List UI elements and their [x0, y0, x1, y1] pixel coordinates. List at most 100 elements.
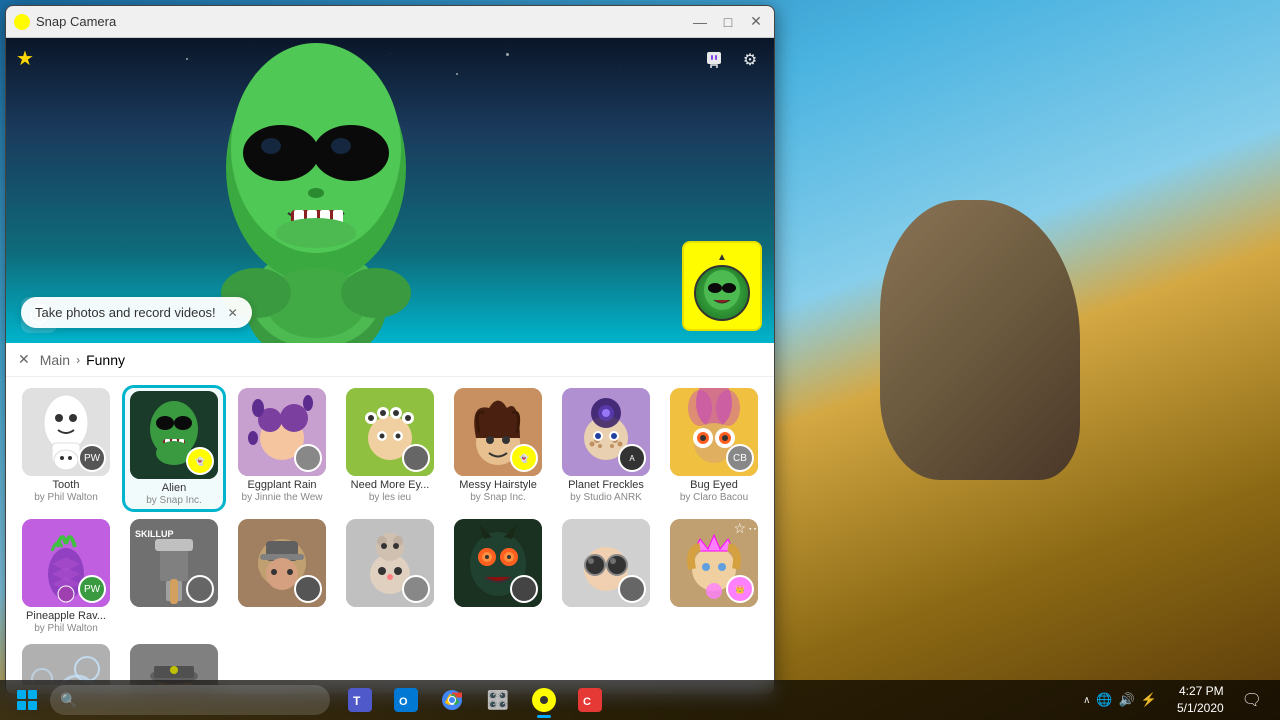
- breadcrumb-main[interactable]: Main: [40, 352, 70, 368]
- snap-window-icon: [14, 14, 30, 30]
- lens-name-need-more: Need More Ey...: [351, 479, 430, 492]
- star-particle: [506, 53, 509, 56]
- lens-author-alien: by Snap Inc.: [146, 495, 202, 506]
- breadcrumb-current: Funny: [86, 352, 125, 368]
- lens-thumb-eggplant: [238, 388, 326, 476]
- title-bar-controls: — □ ✕: [690, 12, 766, 32]
- lens-item-bug[interactable]: CB Bug Eyed by Claro Bacou: [662, 385, 766, 512]
- twitch-icon-btn[interactable]: [700, 46, 728, 74]
- preview-alien: [694, 265, 750, 321]
- breadcrumb-close[interactable]: ✕: [18, 351, 30, 368]
- favorite-button[interactable]: ★: [16, 46, 34, 71]
- lens-item-r2-3[interactable]: [338, 516, 442, 637]
- lens-item-r2-5[interactable]: [554, 516, 658, 637]
- breadcrumb-bar: ✕ Main › Funny: [6, 343, 774, 377]
- desktop-rock: [880, 200, 1080, 480]
- lens-item-r2-7[interactable]: [14, 641, 118, 685]
- lens-grid: PW Tooth by Phil Walton: [6, 377, 774, 685]
- tray-icons[interactable]: ∧ 🌐 🔊 ⚡: [1075, 692, 1165, 708]
- snap-camera-window: Snap Camera — □ ✕ ★: [5, 5, 775, 695]
- tray-expand-icon[interactable]: ∧: [1083, 695, 1090, 706]
- snap-preview-thumbnail[interactable]: ▲: [682, 241, 762, 331]
- battery-icon: ⚡: [1141, 692, 1157, 708]
- lens-creator-icon-eggplant: [294, 444, 322, 472]
- lens-thumb-pineapple: PW: [22, 519, 110, 607]
- lens-thumb-r2-3: [346, 519, 434, 607]
- lens-thumb-r2-5: [562, 519, 650, 607]
- lens-item-r2-8[interactable]: 🍊: [122, 641, 226, 685]
- chrome-icon: [440, 688, 464, 712]
- minimize-button[interactable]: —: [690, 12, 710, 32]
- snap-taskbar-icon: [532, 688, 556, 712]
- maximize-button[interactable]: □: [718, 12, 738, 32]
- lens-thumb-tooth: PW: [22, 388, 110, 476]
- toast-close-button[interactable]: ✕: [228, 306, 238, 320]
- lens-creator-icon-need-more: [402, 444, 430, 472]
- lens-thumb-bug: CB: [670, 388, 758, 476]
- svg-text:O: O: [399, 696, 408, 708]
- lens-thumb-messy: 👻: [454, 388, 542, 476]
- taskbar: 🔍 T O: [0, 680, 1280, 720]
- taskbar-app-outlook[interactable]: O: [384, 680, 428, 720]
- lens-name-messy: Messy Hairstyle: [459, 479, 537, 492]
- clock-date: 5/1/2020: [1177, 700, 1224, 717]
- taskbar-app-teams[interactable]: T: [338, 680, 382, 720]
- lens-item-r2-1[interactable]: SKILLUP: [122, 516, 226, 637]
- lens-thumb-r2-7: [22, 644, 110, 685]
- lens-more-icon[interactable]: ⋯: [748, 520, 762, 537]
- lens-creator-icon-messy: 👻: [510, 444, 538, 472]
- system-clock[interactable]: 4:27 PM 5/1/2020: [1169, 683, 1232, 717]
- taskbar-app-chrome[interactable]: [430, 680, 474, 720]
- lens-author-messy: by Snap Inc.: [470, 492, 526, 503]
- lens-item-planet[interactable]: A Planet Freckles by Studio ANRK: [554, 385, 658, 512]
- control-panel-icon: 🎛️: [486, 688, 510, 712]
- camstudio-icon: C: [578, 688, 602, 712]
- lens-fav-icon[interactable]: ☆: [733, 520, 746, 537]
- camera-icons: ⚙: [700, 46, 764, 74]
- svg-text:SKILLUP: SKILLUP: [135, 529, 174, 539]
- breadcrumb-separator: ›: [76, 353, 80, 367]
- network-icon: 🌐: [1096, 692, 1112, 708]
- preview-arrow: ▲: [717, 252, 727, 263]
- taskbar-app-control-panel[interactable]: 🎛️: [476, 680, 520, 720]
- toast-message: Take photos and record videos!: [35, 305, 216, 320]
- lens-author-bug: by Claro Bacou: [680, 492, 748, 503]
- lens-item-alien[interactable]: 👻 Alien by Snap Inc.: [122, 385, 226, 512]
- taskbar-app-snap[interactable]: [522, 680, 566, 720]
- notification-button[interactable]: 🗨: [1236, 690, 1268, 710]
- lens-item-tooth[interactable]: PW Tooth by Phil Walton: [14, 385, 118, 512]
- lens-name-tooth: Tooth: [53, 479, 80, 492]
- lens-item-eggplant[interactable]: Eggplant Rain by Jinnie the Wew: [230, 385, 334, 512]
- lens-item-messy[interactable]: 👻 Messy Hairstyle by Snap Inc.: [446, 385, 550, 512]
- taskbar-app-camstudio[interactable]: C: [568, 680, 612, 720]
- outlook-icon: O: [394, 688, 418, 712]
- start-button[interactable]: [4, 680, 50, 720]
- lens-name-planet: Planet Freckles: [568, 479, 644, 492]
- close-button[interactable]: ✕: [746, 12, 766, 32]
- taskbar-search[interactable]: 🔍: [50, 685, 330, 715]
- lens-item-r2-6[interactable]: ☆ ⋯: [662, 516, 766, 637]
- lens-creator-icon-tooth: PW: [78, 444, 106, 472]
- lens-creator-icon-r2-2: [294, 575, 322, 603]
- lens-author-eggplant: by Jinnie the Wew: [242, 492, 323, 503]
- lens-name-eggplant: Eggplant Rain: [247, 479, 316, 492]
- lens-item-pineapple[interactable]: PW Pineapple Rav... by Phil Walton: [14, 516, 118, 637]
- settings-icon-btn[interactable]: ⚙: [736, 46, 764, 74]
- lens-creator-icon-r2-4: [510, 575, 538, 603]
- lens-name-pineapple: Pineapple Rav...: [26, 610, 106, 623]
- lens-item-r2-2[interactable]: [230, 516, 334, 637]
- lens-name-bug: Bug Eyed: [690, 479, 738, 492]
- lens-creator-icon-pineapple: PW: [78, 575, 106, 603]
- lens-author-tooth: by Phil Walton: [34, 492, 98, 503]
- lens-item-r2-4[interactable]: [446, 516, 550, 637]
- lens-creator-icon-r2-5: [618, 575, 646, 603]
- lens-creator-icon-r2-6: 👑: [726, 575, 754, 603]
- lens-browser: ✕ Main › Funny: [6, 343, 774, 695]
- lens-item-need-more[interactable]: Need More Ey... by les ieu: [338, 385, 442, 512]
- lens-name-alien: Alien: [162, 482, 186, 495]
- lens-thumb-need-more: [346, 388, 434, 476]
- lens-author-planet: by Studio ANRK: [570, 492, 642, 503]
- taskbar-apps: T O: [330, 680, 1075, 720]
- volume-icon: 🔊: [1119, 692, 1135, 708]
- lens-creator-icon-r2-3: [402, 575, 430, 603]
